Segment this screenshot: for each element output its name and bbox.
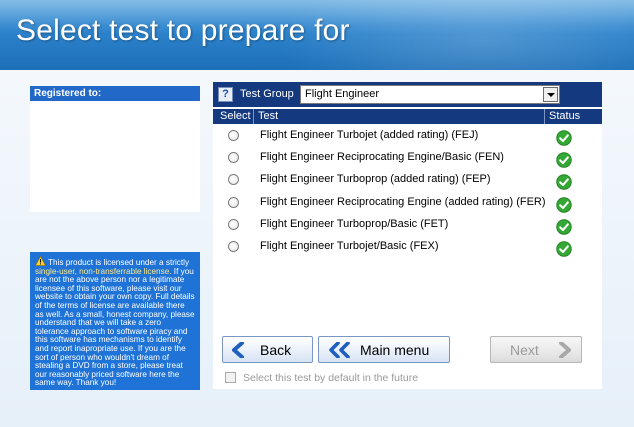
select-radio[interactable]: [228, 174, 239, 186]
status-check-icon: [556, 241, 572, 257]
title-banner: Select test to prepare for: [0, 0, 634, 70]
select-radio[interactable]: [228, 130, 239, 141]
status-check-icon: [556, 196, 572, 213]
page-title: Select test to prepare for: [16, 14, 350, 47]
license-notice: This product is licensed under a strictl…: [30, 252, 200, 390]
double-chevron-left-icon: [329, 342, 350, 358]
test-group-select[interactable]: Flight Engineer: [300, 85, 560, 104]
warning-icon: [35, 256, 46, 266]
test-name: Flight Engineer Turboprop (added rating)…: [260, 173, 491, 186]
test-name: Flight Engineer Turbojet/Basic (FEX): [260, 239, 439, 252]
column-header-test: Test: [258, 110, 279, 122]
back-label: Back: [260, 342, 292, 358]
default-test-checkbox[interactable]: [225, 372, 236, 383]
column-divider: [253, 109, 254, 124]
select-radio[interactable]: [228, 240, 239, 252]
test-group-bar: ? Test Group Flight Engineer: [213, 82, 602, 107]
test-group-label: Test Group: [240, 88, 294, 100]
test-name: Flight Engineer Reciprocating Engine (ad…: [260, 195, 546, 208]
test-row[interactable]: Flight Engineer Turboprop (added rating)…: [213, 170, 602, 192]
dropdown-arrow-icon[interactable]: [543, 87, 558, 102]
next-button[interactable]: Next: [490, 336, 582, 363]
column-header-select: Select: [220, 110, 251, 122]
select-radio[interactable]: [228, 218, 239, 230]
status-check-icon: [556, 174, 572, 191]
registered-panel: Registered to:: [30, 86, 200, 212]
select-radio[interactable]: [228, 196, 239, 208]
back-button[interactable]: Back: [222, 336, 313, 363]
test-name: Flight Engineer Reciprocating Engine/Bas…: [260, 151, 504, 164]
status-check-icon: [556, 152, 572, 168]
column-header-status: Status: [549, 110, 581, 122]
test-name: Flight Engineer Turbojet (added rating) …: [260, 129, 479, 141]
help-icon[interactable]: ?: [218, 87, 233, 102]
status-check-icon: [556, 219, 572, 235]
test-row[interactable]: Flight Engineer Reciprocating Engine/Bas…: [213, 148, 602, 170]
default-test-label[interactable]: Select this test by default in the futur…: [243, 372, 418, 384]
test-group-value: Flight Engineer: [305, 88, 379, 100]
chevron-right-icon: [559, 342, 571, 358]
test-row[interactable]: Flight Engineer Turbojet/Basic (FEX): [213, 237, 602, 259]
chevron-left-icon: [232, 342, 244, 358]
test-row[interactable]: Flight Engineer Turboprop/Basic (FET): [213, 215, 602, 237]
main-menu-label: Main menu: [360, 342, 430, 358]
select-radio[interactable]: [228, 152, 239, 164]
status-check-icon: [556, 130, 572, 146]
main-menu-button[interactable]: Main menu: [318, 336, 450, 363]
test-list: Flight Engineer Turbojet (added rating) …: [213, 126, 602, 259]
registered-label: Registered to:: [30, 86, 200, 101]
table-header: Select Test Status: [213, 109, 602, 124]
test-row[interactable]: Flight Engineer Turbojet (added rating) …: [213, 126, 602, 148]
test-row[interactable]: Flight Engineer Reciprocating Engine (ad…: [213, 193, 602, 215]
column-divider: [544, 109, 545, 124]
next-label: Next: [510, 342, 539, 358]
test-name: Flight Engineer Turboprop/Basic (FET): [260, 217, 449, 230]
license-text-2: If you are not the above person nor a le…: [35, 266, 195, 388]
